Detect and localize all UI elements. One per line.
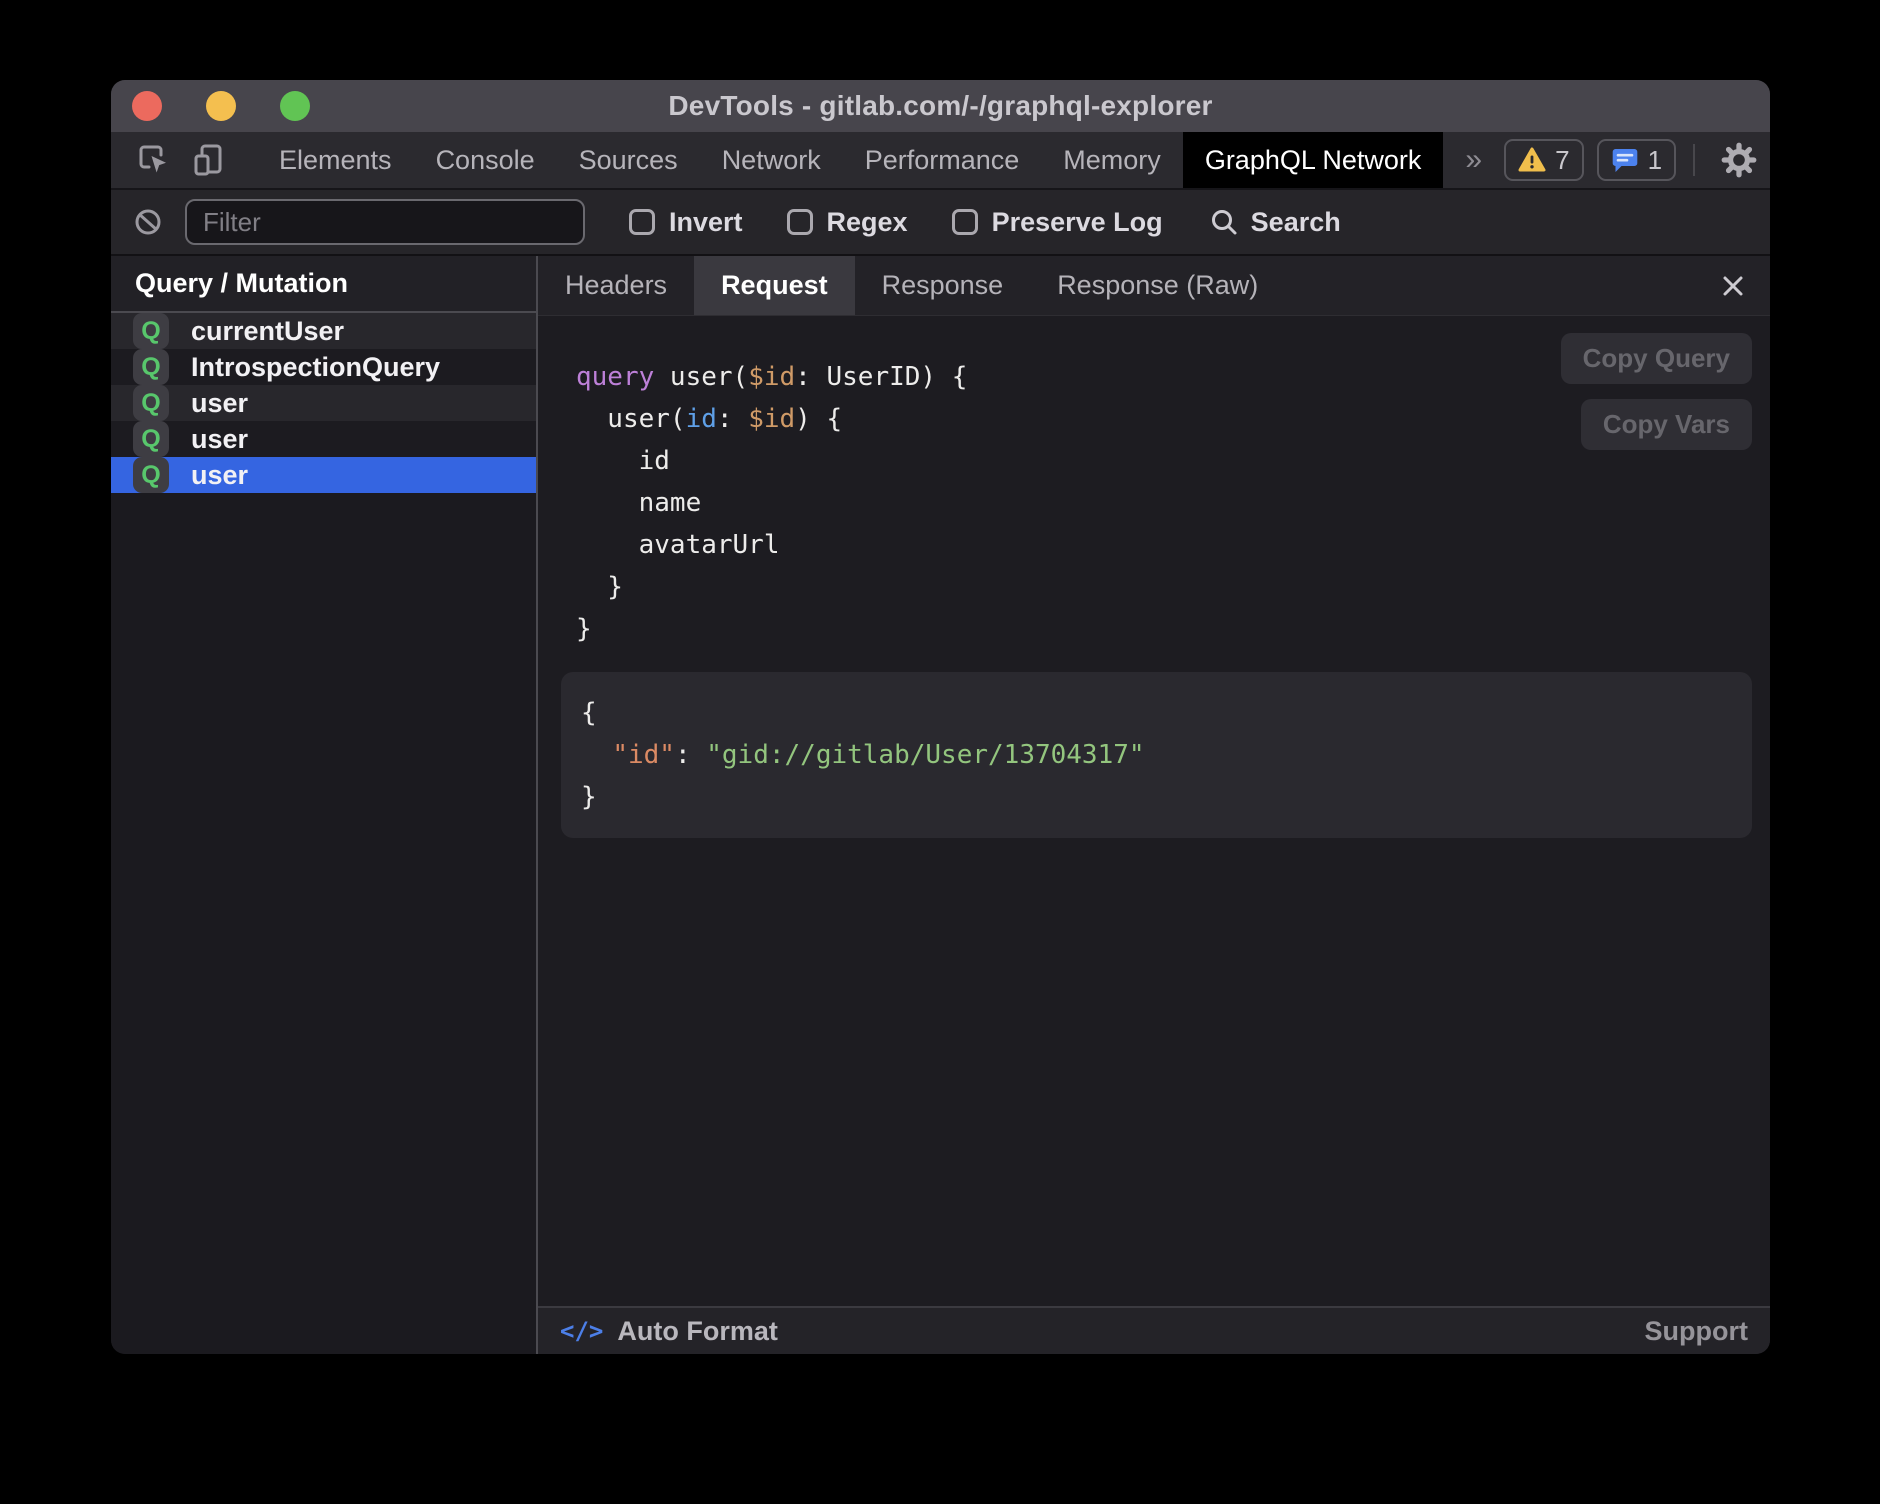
traffic-lights [132,80,310,132]
minimize-window-button[interactable] [206,91,236,121]
code-line: } [576,566,1770,608]
filter-bar: Invert Regex Preserve Log Search [111,190,1770,256]
query-name: user [191,460,248,491]
code-line: } [581,776,1752,818]
invert-label: Invert [669,207,743,238]
tab-console[interactable]: Console [414,132,557,188]
query-type-badge: Q [133,313,169,349]
regex-label: Regex [827,207,908,238]
request-tab-content: query user($id: UserID) { user(id: $id) … [538,316,1770,1306]
query-list-item[interactable]: Quser [111,385,536,421]
auto-format-button[interactable]: Auto Format [617,1316,777,1347]
query-name: user [191,388,248,419]
query-list: QcurrentUserQIntrospectionQueryQuserQuse… [111,313,536,493]
query-variables-box: { "id": "gid://gitlab/User/13704317"} [561,672,1752,838]
search-button[interactable]: Search [1209,207,1341,238]
query-name: IntrospectionQuery [191,352,440,383]
warning-icon [1518,147,1546,173]
query-type-badge: Q [133,421,169,457]
toolbar-right: 7 1 [1504,132,1770,188]
tab-sources[interactable]: Sources [557,132,700,188]
preserve-log-label: Preserve Log [992,207,1163,238]
code-line: name [576,482,1770,524]
device-toolbar-icon[interactable] [181,132,237,188]
query-list-item[interactable]: Quser [111,457,536,493]
query-name: user [191,424,248,455]
more-panels-button[interactable]: » [1443,132,1504,188]
sidebar-header: Query / Mutation [111,256,536,313]
toolbar-divider [1693,144,1695,176]
query-type-badge: Q [133,457,169,493]
copy-vars-button[interactable]: Copy Vars [1581,399,1752,450]
devtools-window: DevTools - gitlab.com/-/graphql-explorer… [111,80,1770,1354]
auto-format-icon[interactable]: </> [560,1317,603,1345]
issue-count: 1 [1648,145,1662,176]
inspect-element-icon[interactable] [125,132,181,188]
settings-gear-icon[interactable] [1712,141,1766,179]
tab-graphql-network[interactable]: GraphQL Network [1183,132,1444,188]
main-toolbar: ElementsConsoleSourcesNetworkPerformance… [111,132,1770,190]
clear-icon[interactable] [127,207,169,237]
regex-checkbox[interactable] [787,209,813,235]
tab-performance[interactable]: Performance [843,132,1042,188]
query-name: currentUser [191,316,344,347]
detail-tab-response-raw[interactable]: Response (Raw) [1030,256,1285,315]
panel-tabs: ElementsConsoleSourcesNetworkPerformance… [257,132,1443,188]
copy-buttons: Copy Query Copy Vars [1561,333,1752,450]
tab-elements[interactable]: Elements [257,132,414,188]
query-type-badge: Q [133,385,169,421]
detail-footer: </> Auto Format Support [538,1306,1770,1354]
detail-tab-headers[interactable]: Headers [538,256,694,315]
code-line: "id": "gid://gitlab/User/13704317" [581,734,1752,776]
preserve-log-checkbox[interactable] [952,209,978,235]
detail-panel: HeadersRequestResponseResponse (Raw) que… [538,256,1770,1354]
invert-option: Invert [629,207,743,238]
zoom-window-button[interactable] [280,91,310,121]
detail-tabs: HeadersRequestResponseResponse (Raw) [538,256,1770,316]
search-icon [1209,207,1239,237]
tab-network[interactable]: Network [700,132,843,188]
preserve-log-option: Preserve Log [952,207,1163,238]
support-link[interactable]: Support [1645,1316,1748,1347]
screen: DevTools - gitlab.com/-/graphql-explorer… [0,0,1880,1504]
close-window-button[interactable] [132,91,162,121]
query-type-badge: Q [133,349,169,385]
query-list-item[interactable]: Quser [111,421,536,457]
detail-tab-response[interactable]: Response [855,256,1031,315]
tab-memory[interactable]: Memory [1041,132,1183,188]
invert-checkbox[interactable] [629,209,655,235]
window-title: DevTools - gitlab.com/-/graphql-explorer [668,90,1212,122]
search-label: Search [1251,207,1341,238]
query-list-item[interactable]: QcurrentUser [111,313,536,349]
regex-option: Regex [787,207,908,238]
issues-badge[interactable]: 1 [1597,139,1676,181]
warnings-badge[interactable]: 7 [1504,139,1583,181]
filter-options: Invert Regex Preserve Log [585,207,1163,238]
query-list-item[interactable]: Q IntrospectionQuery [111,349,536,385]
query-sidebar: Query / Mutation QcurrentUserQIntrospect… [111,256,538,1354]
warning-count: 7 [1555,145,1569,176]
graphql-network-panel: Query / Mutation QcurrentUserQIntrospect… [111,256,1770,1354]
copy-query-button[interactable]: Copy Query [1561,333,1752,384]
code-line: { [581,692,1752,734]
titlebar: DevTools - gitlab.com/-/graphql-explorer [111,80,1770,132]
code-line: avatarUrl [576,524,1770,566]
code-line: } [576,608,1770,650]
detail-tab-request[interactable]: Request [694,256,855,315]
close-panel-button[interactable] [1714,256,1752,315]
message-icon [1611,146,1639,174]
filter-input[interactable] [185,199,585,245]
